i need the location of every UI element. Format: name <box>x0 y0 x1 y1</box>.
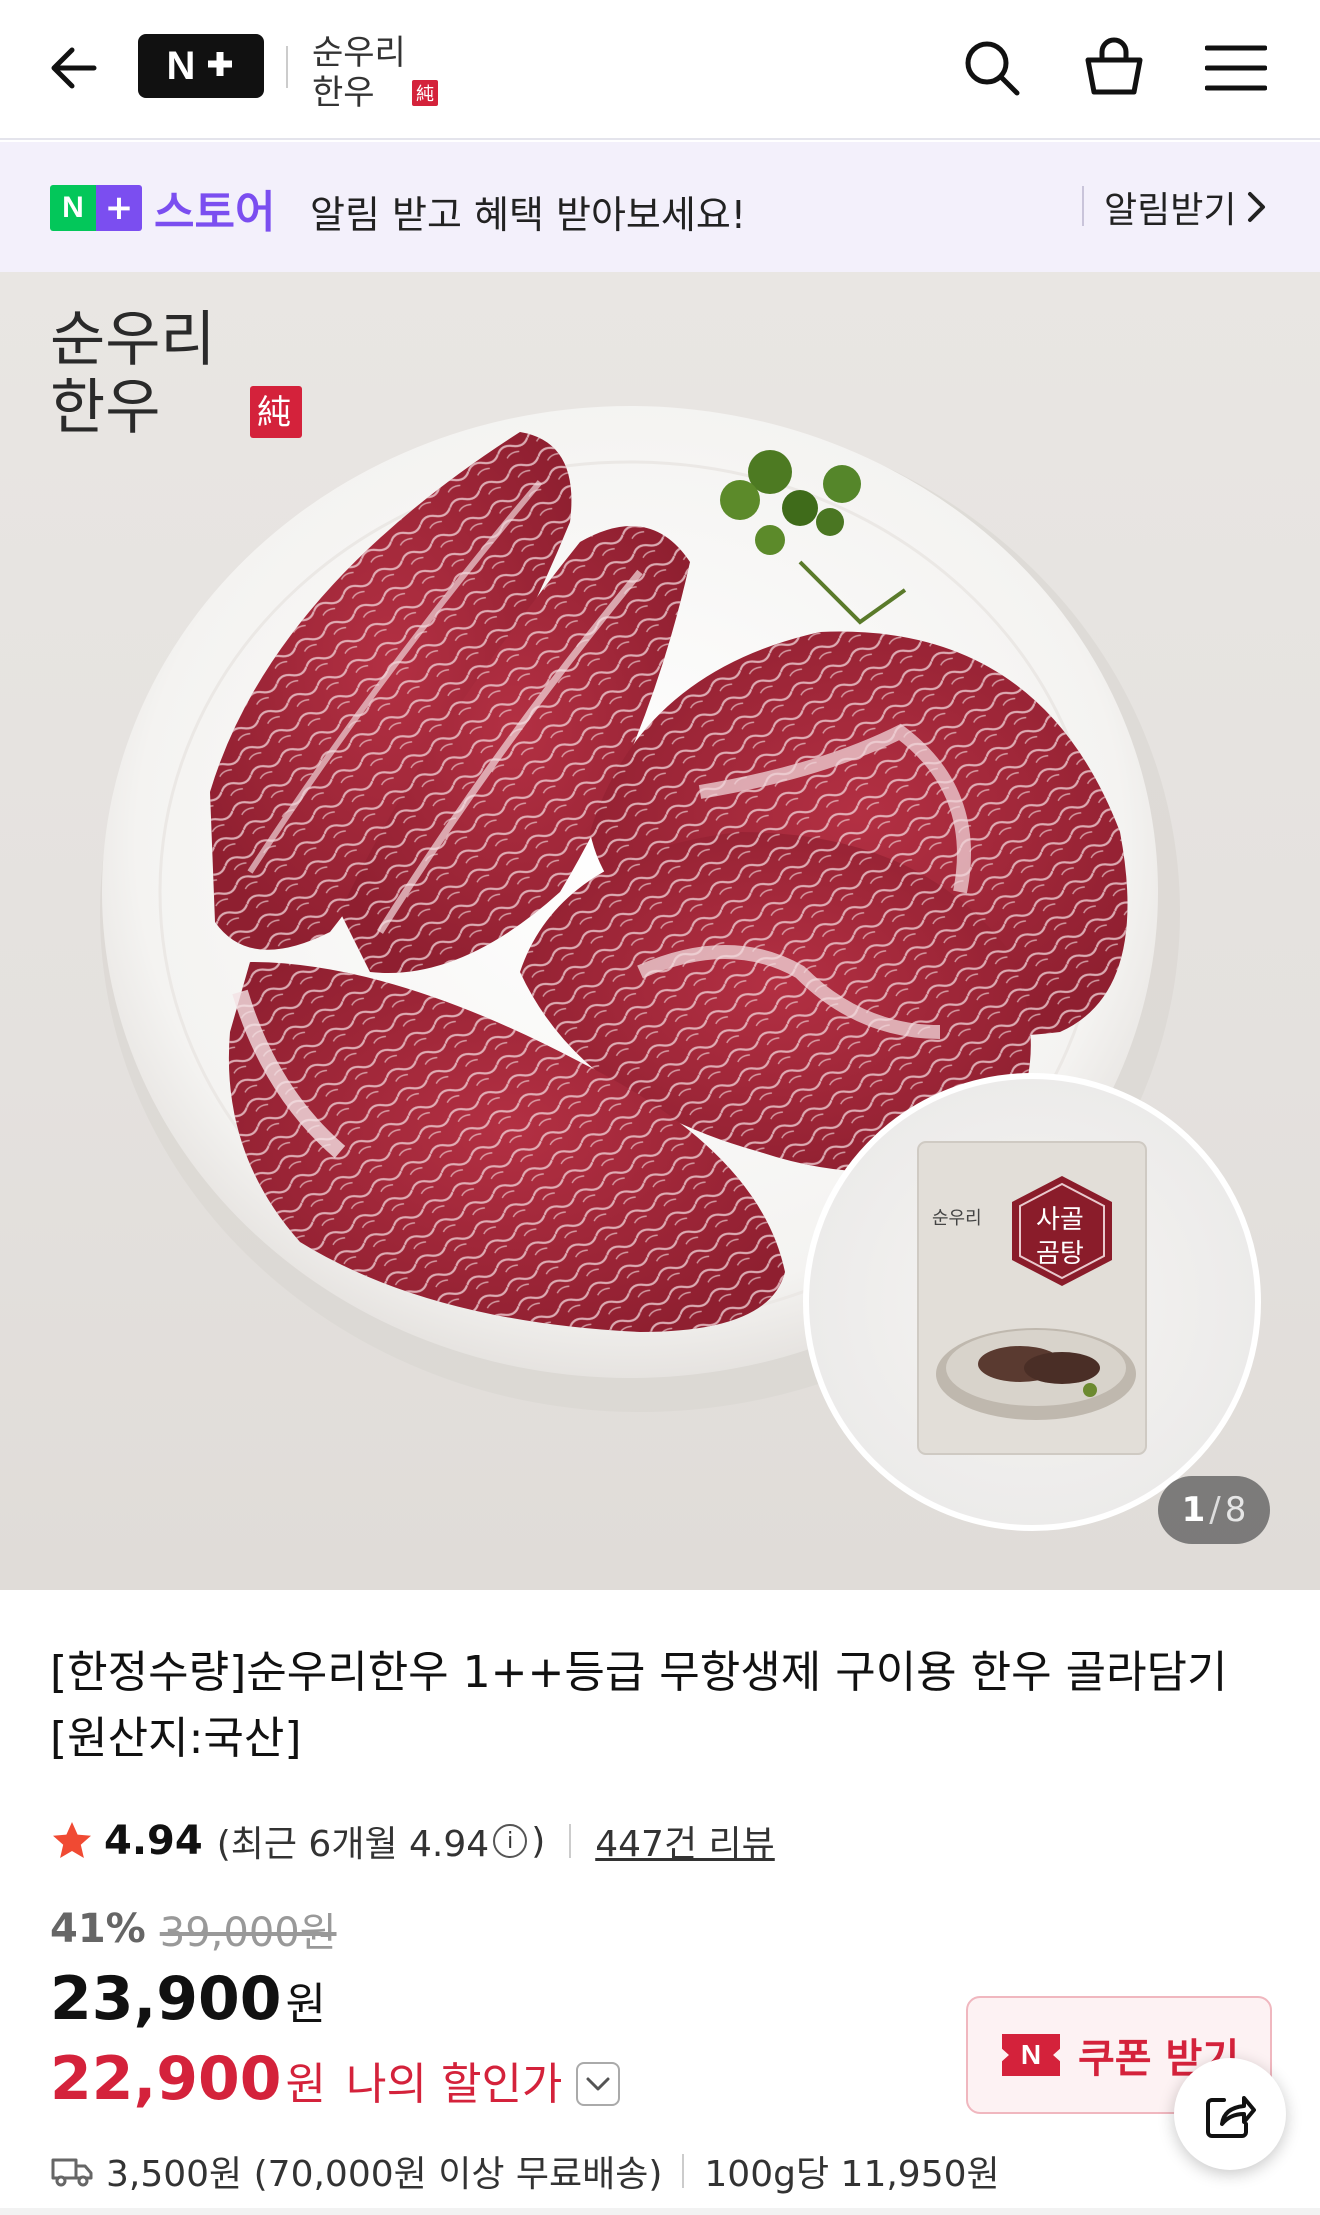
rating-row: 4.94 (최근 6개월 4.94 i ) 447건 리뷰 <box>50 1816 775 1866</box>
original-price: 39,000원 <box>159 1910 337 1956</box>
svg-text:순우리: 순우리 <box>50 305 216 375</box>
svg-text:곰탕: 곰탕 <box>1036 1239 1084 1269</box>
plus-icon <box>205 44 235 89</box>
product-title: [한정수량]순우리한우 1++등급 무항생제 구이용 한우 골라담기 [원산지:… <box>50 1647 1228 1764</box>
back-arrow-icon <box>51 47 97 89</box>
share-button[interactable] <box>1174 2058 1286 2170</box>
shipping-divider <box>682 2154 685 2188</box>
discount-detail-toggle[interactable] <box>576 2062 621 2106</box>
discount-row: 41% 39,000원 <box>50 1904 337 1956</box>
product-photo: 순우리 사골 곰탕 <box>100 406 1261 1531</box>
truck-icon <box>51 2158 93 2187</box>
naver-coupon-icon: N <box>1002 2034 1060 2076</box>
nplus-store-logo: N + 스토어 <box>50 184 275 238</box>
brand-watermark-logo: 순우리 한우 純 <box>50 305 302 440</box>
discount-rate: 41% <box>50 1906 146 1952</box>
gift-item-inset: 순우리 사골 곰탕 <box>803 1073 1261 1531</box>
svg-text:순우리: 순우리 <box>312 33 406 73</box>
product-image-carousel[interactable]: 순우리 사골 곰탕 순우리 한우 純 <box>0 272 1320 1590</box>
review-count-link[interactable]: 447건 리뷰 <box>595 1815 775 1867</box>
notify-button[interactable]: 알림받기 <box>1104 182 1268 232</box>
chevron-right-icon <box>1248 192 1266 222</box>
info-icon[interactable]: i <box>493 1824 528 1858</box>
header-divider <box>286 46 288 88</box>
shipping-row: 3,500원 (70,000원 이상 무료배송) 100g당 11,950원 <box>50 2146 1000 2196</box>
svg-text:순우리: 순우리 <box>932 1208 982 1229</box>
notify-label: 알림받기 <box>1104 190 1237 231</box>
shipping-fee: 3,500원 (70,000원 이상 무료배송) <box>106 2154 663 2195</box>
banner-divider <box>1082 186 1084 226</box>
my-discount-label: 나의 할인가 <box>346 2059 563 2110</box>
back-button[interactable] <box>36 30 112 106</box>
unit-price: 100g당 11,950원 <box>704 2154 1000 2195</box>
shopping-bag-icon <box>1085 37 1143 95</box>
svg-text:한우: 한우 <box>50 373 160 440</box>
my-discount-price: 22,900 원 나의 할인가 <box>50 2044 621 2124</box>
sale-price: 23,900 원 <box>50 1964 327 2034</box>
share-icon <box>1206 2096 1256 2138</box>
nplus-logo[interactable]: N <box>138 34 264 98</box>
recent-rating: (최근 6개월 4.94 i ) <box>216 1820 546 1866</box>
top-header: N 순우리 한우 純 <box>0 0 1320 140</box>
banner-message: 알림 받고 혜택 받아보세요! <box>310 193 747 237</box>
menu-button[interactable] <box>1196 28 1276 108</box>
image-counter: 1/8 <box>1158 1476 1270 1544</box>
rating-divider <box>569 1824 572 1858</box>
svg-text:사골: 사골 <box>1036 1205 1084 1235</box>
cart-button[interactable] <box>1074 28 1154 108</box>
store-notify-banner[interactable]: N + 스토어 알림 받고 혜택 받아보세요! 알림받기 <box>0 142 1320 272</box>
chevron-down-icon <box>586 2077 610 2091</box>
svg-text:한우: 한우 <box>312 73 375 112</box>
section-divider <box>0 2208 1320 2215</box>
svg-text:純: 純 <box>416 84 434 105</box>
rating-score: 4.94 <box>104 1818 203 1864</box>
svg-text:純: 純 <box>257 393 291 433</box>
brand-logo[interactable]: 순우리 한우 純 <box>308 26 458 112</box>
search-button[interactable] <box>952 28 1032 108</box>
search-icon <box>965 41 1020 96</box>
menu-icon <box>1205 45 1267 91</box>
star-icon <box>53 1822 91 1858</box>
